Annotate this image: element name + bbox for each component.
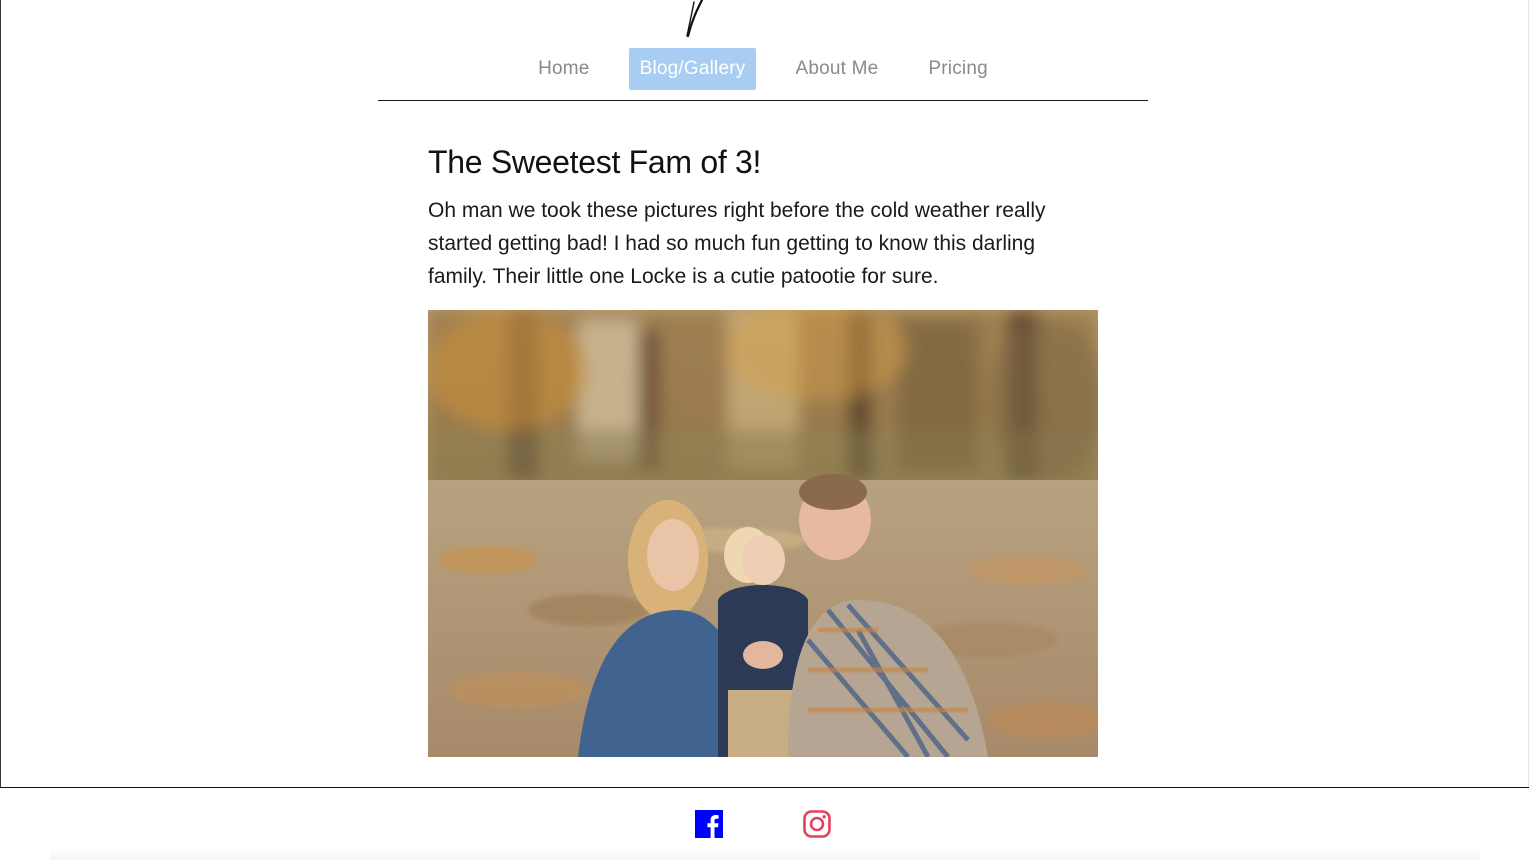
footer-divider bbox=[0, 787, 1529, 788]
nav-item-pricing[interactable]: Pricing bbox=[917, 48, 998, 90]
blog-post: The Sweetest Fam of 3! Oh man we took th… bbox=[428, 140, 1098, 293]
post-body: Oh man we took these pictures right befo… bbox=[428, 199, 1046, 288]
nav-item-home[interactable]: Home bbox=[527, 48, 600, 90]
nav-divider bbox=[378, 100, 1148, 101]
left-border bbox=[0, 0, 1, 787]
post-title: The Sweetest Fam of 3! bbox=[428, 144, 762, 180]
main-nav: Home Blog/Gallery About Me Pricing bbox=[378, 48, 1148, 90]
facebook-icon[interactable] bbox=[695, 810, 723, 838]
nav-item-blog-gallery[interactable]: Blog/Gallery bbox=[628, 48, 757, 90]
family-photo bbox=[428, 310, 1098, 757]
footer-shadow bbox=[50, 848, 1479, 860]
logo-signature-stroke[interactable] bbox=[680, 0, 710, 40]
page: Home Blog/Gallery About Me Pricing The S… bbox=[0, 0, 1529, 860]
nav-item-about-me[interactable]: About Me bbox=[784, 48, 889, 90]
instagram-icon[interactable] bbox=[803, 810, 831, 838]
